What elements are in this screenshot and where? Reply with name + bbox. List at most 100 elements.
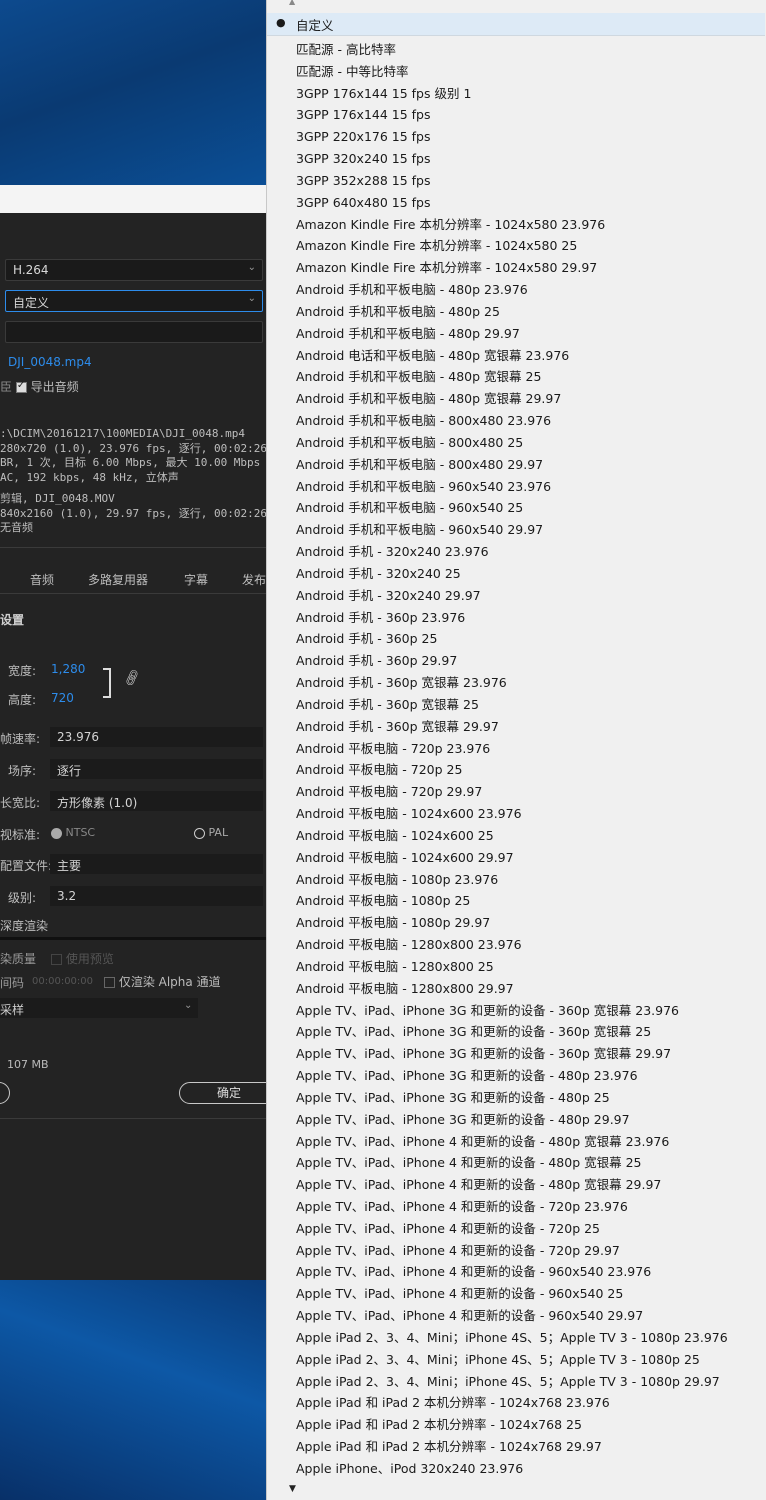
dropdown-item[interactable]: 匹配源 - 中等比特率 [296, 61, 408, 83]
dropdown-item[interactable]: Apple TV、iPad、iPhone 3G 和更新的设备 - 360p 宽银… [296, 1021, 651, 1043]
dropdown-item[interactable]: Android 手机和平板电脑 - 480p 23.976 [296, 279, 528, 301]
dropdown-item[interactable]: Apple iPhone、iPod 320x240 23.976 [296, 1458, 523, 1480]
dropdown-item[interactable]: 3GPP 352x288 15 fps [296, 170, 431, 192]
dropdown-item[interactable]: Amazon Kindle Fire 本机分辨率 - 1024x580 25 [296, 235, 577, 257]
dropdown-item[interactable]: Android 手机和平板电脑 - 960x540 29.97 [296, 519, 543, 541]
dropdown-item[interactable]: Amazon Kindle Fire 本机分辨率 - 1024x580 29.9… [296, 257, 597, 279]
height-value[interactable]: 720 [51, 691, 74, 705]
dropdown-item[interactable]: Apple TV、iPad、iPhone 4 和更新的设备 - 720p 23.… [296, 1196, 628, 1218]
dropdown-item[interactable]: Android 平板电脑 - 1280x800 29.97 [296, 978, 514, 1000]
dropdown-item[interactable]: 3GPP 176x144 15 fps 级别 1 [296, 83, 471, 105]
field-order-value: 逐行 [57, 764, 82, 778]
dropdown-item[interactable]: Android 平板电脑 - 1024x600 25 [296, 825, 494, 847]
dropdown-item[interactable]: Apple TV、iPad、iPhone 4 和更新的设备 - 960x540 … [296, 1261, 651, 1283]
dropdown-item[interactable]: Android 平板电脑 - 1024x600 29.97 [296, 847, 514, 869]
dropdown-item[interactable]: Apple TV、iPad、iPhone 3G 和更新的设备 - 480p 23… [296, 1065, 638, 1087]
dropdown-item[interactable]: Android 手机和平板电脑 - 480p 29.97 [296, 323, 520, 345]
dropdown-item[interactable]: Android 手机 - 360p 宽银幕 29.97 [296, 716, 499, 738]
dropdown-item[interactable]: 匹配源 - 高比特率 [296, 39, 396, 61]
divider [0, 1118, 266, 1119]
width-label: 宽度: [8, 664, 37, 678]
ok-button[interactable]: 确定 [179, 1082, 279, 1104]
dropdown-item[interactable]: 3GPP 320x240 15 fps [296, 148, 431, 170]
dropdown-item[interactable]: Apple TV、iPad、iPhone 4 和更新的设备 - 480p 宽银幕… [296, 1174, 661, 1196]
tab-audio[interactable]: 音频 [30, 571, 54, 588]
profile-field[interactable]: 主要 [50, 854, 263, 874]
preset-select[interactable]: 自定义 ⌄ [5, 290, 263, 312]
dropdown-item[interactable]: Android 手机 - 360p 宽银幕 23.976 [296, 672, 507, 694]
dropdown-item[interactable]: Apple TV、iPad、iPhone 3G 和更新的设备 - 480p 25 [296, 1087, 610, 1109]
dropdown-item[interactable]: Android 手机和平板电脑 - 800x480 23.976 [296, 410, 551, 432]
dropdown-item[interactable]: Apple TV、iPad、iPhone 3G 和更新的设备 - 360p 宽银… [296, 1000, 679, 1022]
pal-label: PAL [208, 826, 229, 839]
dropdown-item[interactable]: Android 平板电脑 - 720p 29.97 [296, 781, 482, 803]
dropdown-item[interactable]: Amazon Kindle Fire 本机分辨率 - 1024x580 23.9… [296, 214, 605, 236]
comment-input[interactable] [5, 321, 263, 343]
dropdown-item[interactable]: Android 电话和平板电脑 - 480p 宽银幕 23.976 [296, 345, 569, 367]
dropdown-item[interactable]: 3GPP 220x176 15 fps [296, 126, 431, 148]
dropdown-item[interactable]: Apple TV、iPad、iPhone 3G 和更新的设备 - 360p 宽银… [296, 1043, 671, 1065]
output-name-link[interactable]: DJI_0048.mp4 [8, 355, 92, 369]
tab-captions[interactable]: 字幕 [184, 571, 208, 588]
dropdown-item[interactable]: 3GPP 640x480 15 fps [296, 192, 431, 214]
dropdown-item[interactable]: Android 手机 - 320x240 25 [296, 563, 461, 585]
dropdown-item[interactable]: Apple iPad 2、3、4、Mini；iPhone 4S、5；Apple … [296, 1371, 720, 1393]
tab-multiplexer[interactable]: 多路复用器 [88, 571, 148, 588]
cancel-button-partial[interactable] [0, 1082, 10, 1104]
width-value[interactable]: 1,280 [51, 662, 85, 676]
dropdown-item[interactable]: Android 手机和平板电脑 - 800x480 29.97 [296, 454, 543, 476]
format-select[interactable]: H.264 ⌄ [5, 259, 263, 281]
dropdown-item[interactable]: Android 手机 - 360p 23.976 [296, 607, 465, 629]
dropdown-item[interactable]: Android 手机和平板电脑 - 960x540 25 [296, 497, 523, 519]
dropdown-item[interactable]: Android 手机和平板电脑 - 480p 25 [296, 301, 500, 323]
dropdown-item[interactable]: Apple TV、iPad、iPhone 4 和更新的设备 - 480p 宽银幕… [296, 1131, 669, 1153]
export-audio-checkbox[interactable]: 臣 导出音频 [0, 378, 79, 395]
chain-link-icon[interactable]: 🔗︎ [122, 669, 143, 689]
dropdown-item[interactable]: Apple iPad 和 iPad 2 本机分辨率 - 1024x768 29.… [296, 1436, 602, 1458]
level-field[interactable]: 3.2 [50, 886, 263, 906]
tab-publish[interactable]: 发布 [242, 571, 266, 588]
dropdown-item[interactable]: Android 手机和平板电脑 - 960x540 23.976 [296, 476, 551, 498]
dropdown-item[interactable]: Android 手机和平板电脑 - 480p 宽银幕 25 [296, 366, 541, 388]
dropdown-item-selected[interactable]: ● 自定义 [267, 13, 765, 36]
sampling-select[interactable]: 采样 ⌄ [0, 998, 198, 1018]
field-order-field[interactable]: 逐行 [50, 759, 263, 779]
dropdown-item[interactable]: Apple iPad 和 iPad 2 本机分辨率 - 1024x768 25 [296, 1414, 582, 1436]
frame-rate-field[interactable]: 23.976 [50, 727, 263, 747]
dropdown-item[interactable]: Android 平板电脑 - 1280x800 23.976 [296, 934, 522, 956]
dropdown-item[interactable]: Android 手机和平板电脑 - 480p 宽银幕 29.97 [296, 388, 561, 410]
dropdown-item[interactable]: Android 平板电脑 - 720p 25 [296, 759, 462, 781]
dropdown-item[interactable]: Android 手机 - 320x240 29.97 [296, 585, 481, 607]
dropdown-item[interactable]: Android 平板电脑 - 1024x600 23.976 [296, 803, 522, 825]
dropdown-item[interactable]: Apple TV、iPad、iPhone 4 和更新的设备 - 480p 宽银幕… [296, 1152, 641, 1174]
dropdown-item[interactable]: Android 平板电脑 - 1080p 25 [296, 890, 470, 912]
dropdown-item[interactable]: Android 手机 - 360p 29.97 [296, 650, 457, 672]
dropdown-item[interactable]: Apple TV、iPad、iPhone 4 和更新的设备 - 960x540 … [296, 1305, 643, 1327]
preset-dropdown-list[interactable]: ▲ ● 自定义 匹配源 - 高比特率 匹配源 - 中等比特率 3GPP 176x14… [266, 0, 766, 1500]
aspect-field[interactable]: 方形像素 (1.0) [50, 791, 263, 811]
dropdown-item[interactable]: Android 平板电脑 - 1080p 23.976 [296, 869, 498, 891]
ntsc-radio[interactable]: NTSC [51, 826, 95, 839]
dropdown-item[interactable]: Android 平板电脑 - 1080p 29.97 [296, 912, 490, 934]
dropdown-item[interactable]: Apple iPad 2、3、4、Mini；iPhone 4S、5；Apple … [296, 1349, 700, 1371]
alpha-only-checkbox[interactable]: 仅渲染 Alpha 通道 [104, 973, 221, 990]
dropdown-item[interactable]: Apple TV、iPad、iPhone 3G 和更新的设备 - 480p 29… [296, 1109, 630, 1131]
use-preview-checkbox[interactable]: 使用预览 [51, 950, 114, 967]
dropdown-item[interactable]: Apple TV、iPad、iPhone 4 和更新的设备 - 720p 25 [296, 1218, 600, 1240]
dropdown-item[interactable]: Android 平板电脑 - 1280x800 25 [296, 956, 494, 978]
dropdown-item[interactable]: Android 手机 - 360p 宽银幕 25 [296, 694, 479, 716]
dropdown-item[interactable]: Android 手机和平板电脑 - 800x480 25 [296, 432, 523, 454]
scroll-up-icon[interactable]: ▲ [289, 0, 295, 6]
scroll-down-icon[interactable]: ▼ [289, 1484, 296, 1494]
max-depth-label[interactable]: 深度渲染 [0, 917, 48, 934]
dropdown-item[interactable]: Android 手机 - 320x240 23.976 [296, 541, 489, 563]
dropdown-item[interactable]: Apple iPad 2、3、4、Mini；iPhone 4S、5；Apple … [296, 1327, 728, 1349]
dropdown-item[interactable]: Android 平板电脑 - 720p 23.976 [296, 738, 490, 760]
pal-radio[interactable]: PAL [194, 826, 228, 839]
dropdown-item[interactable]: Apple TV、iPad、iPhone 4 和更新的设备 - 960x540 … [296, 1283, 623, 1305]
dropdown-item[interactable]: Apple iPad 和 iPad 2 本机分辨率 - 1024x768 23.… [296, 1392, 610, 1414]
dropdown-item[interactable]: Apple TV、iPad、iPhone 4 和更新的设备 - 720p 29.… [296, 1240, 620, 1262]
dropdown-item[interactable]: 3GPP 176x144 15 fps [296, 104, 431, 126]
dropdown-item[interactable]: Android 手机 - 360p 25 [296, 628, 437, 650]
chevron-down-icon: ⌄ [247, 293, 256, 304]
